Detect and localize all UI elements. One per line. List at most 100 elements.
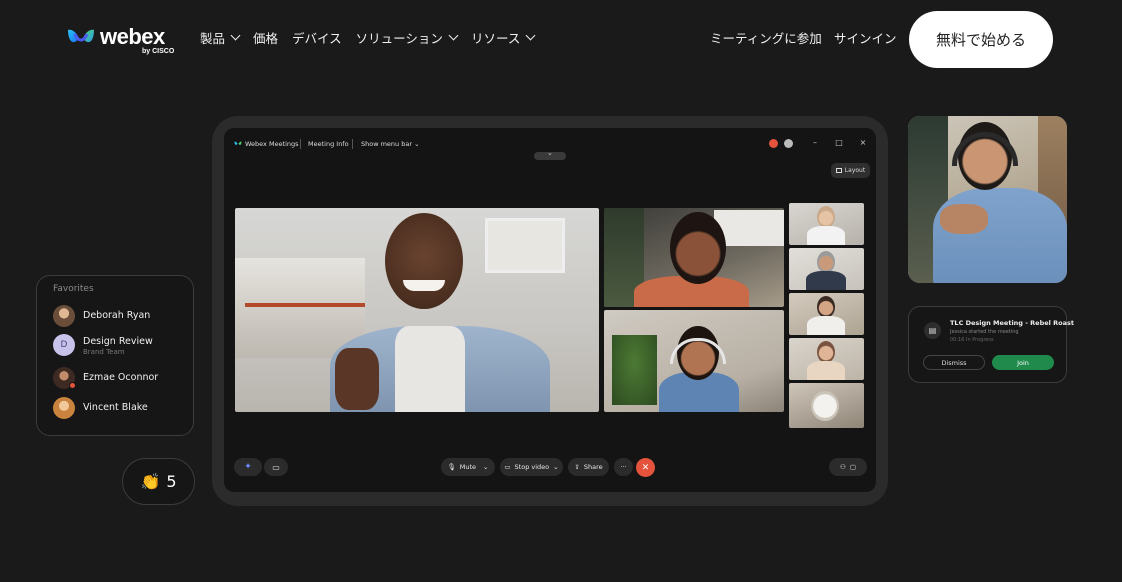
meeting-info-button[interactable]: Meeting Info (308, 140, 349, 148)
microphone-icon: 🎙 (447, 463, 456, 471)
video-tile[interactable] (604, 310, 784, 412)
end-call-button[interactable]: ✕ (636, 458, 655, 477)
video-tile[interactable] (604, 208, 784, 307)
minimize-icon[interactable]: – (810, 138, 820, 148)
nav-label: 製品 (200, 31, 226, 46)
video-tile-small[interactable] (789, 383, 864, 428)
show-menu-bar-button[interactable]: Show menu bar ⌄ (361, 140, 420, 148)
chevron-down-icon: ⌄ (483, 463, 489, 471)
video-camera-icon: ▭ (504, 463, 511, 471)
person-head (670, 212, 726, 284)
nav-label: デバイス (292, 31, 342, 46)
separator (352, 139, 353, 149)
close-icon[interactable]: × (858, 138, 868, 148)
dismiss-button[interactable]: Dismiss (923, 355, 985, 370)
meeting-window: Webex Meetings Meeting Info Show menu ba… (224, 128, 876, 492)
favorite-item[interactable]: Deborah Ryan (53, 305, 188, 327)
nav-label: リソース (470, 31, 521, 46)
person (807, 361, 845, 380)
favorite-subtitle: Brand Team (83, 348, 125, 356)
chat-button[interactable]: ▭ (264, 458, 288, 476)
dog (811, 391, 839, 421)
clapping-hands-icon: 👏 (140, 472, 161, 491)
video-tile-small[interactable] (789, 338, 864, 380)
favorite-name: Deborah Ryan (83, 310, 151, 321)
join-button[interactable]: Join (992, 355, 1054, 370)
video-tile-main[interactable] (235, 208, 599, 412)
chevron-down-icon (525, 30, 536, 41)
assistant-icon: ✦ (244, 462, 252, 472)
nav-label: ソリューション (355, 31, 443, 46)
help-icon[interactable] (784, 139, 793, 148)
self-view-video (908, 116, 1067, 283)
separator (300, 139, 301, 149)
avatar: D (53, 334, 75, 356)
video-tile-small[interactable] (789, 248, 864, 290)
person (933, 188, 1067, 283)
avatar (53, 305, 75, 327)
logo-byline: by CISCO (142, 48, 175, 55)
layout-icon (835, 168, 842, 173)
calendar-icon: ▤ (924, 322, 941, 339)
person-shirt (395, 326, 465, 412)
participants-chat-toggle[interactable]: ⚇ ▢ (829, 458, 867, 476)
video-tile-small[interactable] (789, 293, 864, 335)
favorite-item[interactable]: Vincent Blake (53, 397, 188, 419)
nav-item-solutions[interactable]: ソリューション (355, 28, 459, 47)
favorite-name: Ezmae Oconnor (83, 372, 159, 383)
recording-indicator-icon[interactable] (769, 139, 778, 148)
reaction-counter[interactable]: 👏 5 (122, 458, 195, 505)
person-head (817, 296, 835, 318)
background-detail (245, 303, 365, 307)
stop-video-label: Stop video (514, 463, 550, 471)
thumbs-up-hand (335, 348, 379, 410)
chat-icon: ▢ (849, 463, 856, 471)
chat-icon: ▭ (272, 462, 280, 472)
chevron-down-icon (448, 30, 459, 41)
avatar (53, 397, 75, 419)
mute-button[interactable]: 🎙 Mute ⌄ (441, 458, 495, 476)
collapse-tab[interactable]: ⌄ (534, 149, 566, 160)
person-head (817, 206, 835, 228)
more-options-button[interactable]: ··· (614, 458, 633, 476)
join-meeting-link[interactable]: ミーティングに参加 (710, 28, 822, 47)
favorite-item[interactable]: Ezmae Oconnor (53, 367, 188, 389)
share-button[interactable]: ⇪ Share (568, 458, 609, 476)
start-free-button[interactable]: 無料で始める (909, 11, 1053, 68)
person (807, 316, 845, 335)
participants-icon: ⚇ (840, 463, 846, 471)
background-plant (612, 335, 657, 405)
nav-item-devices[interactable]: デバイス (292, 28, 342, 47)
webex-logo[interactable]: webex by CISCO (66, 24, 184, 58)
favorites-title: Favorites (53, 284, 94, 294)
stop-video-button[interactable]: ▭ Stop video ⌄ (500, 458, 563, 476)
webex-app-icon (234, 140, 242, 149)
chevron-down-icon: ⌄ (547, 149, 553, 157)
background-frame (485, 218, 565, 273)
status-dot (69, 382, 76, 389)
nav-item-resources[interactable]: リソース (470, 28, 536, 47)
nav-item-pricing[interactable]: 価格 (253, 28, 278, 47)
favorite-item[interactable]: D Design Review Brand Team (53, 334, 188, 356)
mute-label: Mute (459, 463, 477, 471)
close-icon: ✕ (641, 462, 650, 473)
app-title: Webex Meetings (245, 140, 299, 148)
more-icon: ··· (620, 463, 627, 471)
webex-assistant-button[interactable]: ✦ (234, 458, 262, 476)
layout-button[interactable]: Layout (831, 163, 870, 178)
person (807, 226, 845, 245)
show-menu-bar-label: Show menu bar (361, 140, 413, 148)
share-label: Share (583, 463, 603, 471)
chevron-down-icon (230, 30, 241, 41)
favorites-card: Favorites Deborah Ryan D Design Review B… (36, 275, 194, 436)
nav-item-products[interactable]: 製品 (200, 28, 241, 47)
sign-in-link[interactable]: サインイン (834, 28, 897, 47)
layout-label: Layout (844, 167, 866, 174)
video-tile-small[interactable] (789, 203, 864, 245)
smile (403, 280, 445, 291)
maximize-icon[interactable]: □ (834, 138, 844, 148)
notification-time: 00:16 In Progress (950, 337, 994, 343)
notification-title: TLC Design Meeting - Rebel Roast (950, 319, 1074, 327)
person-head (817, 251, 835, 273)
person (806, 271, 846, 290)
